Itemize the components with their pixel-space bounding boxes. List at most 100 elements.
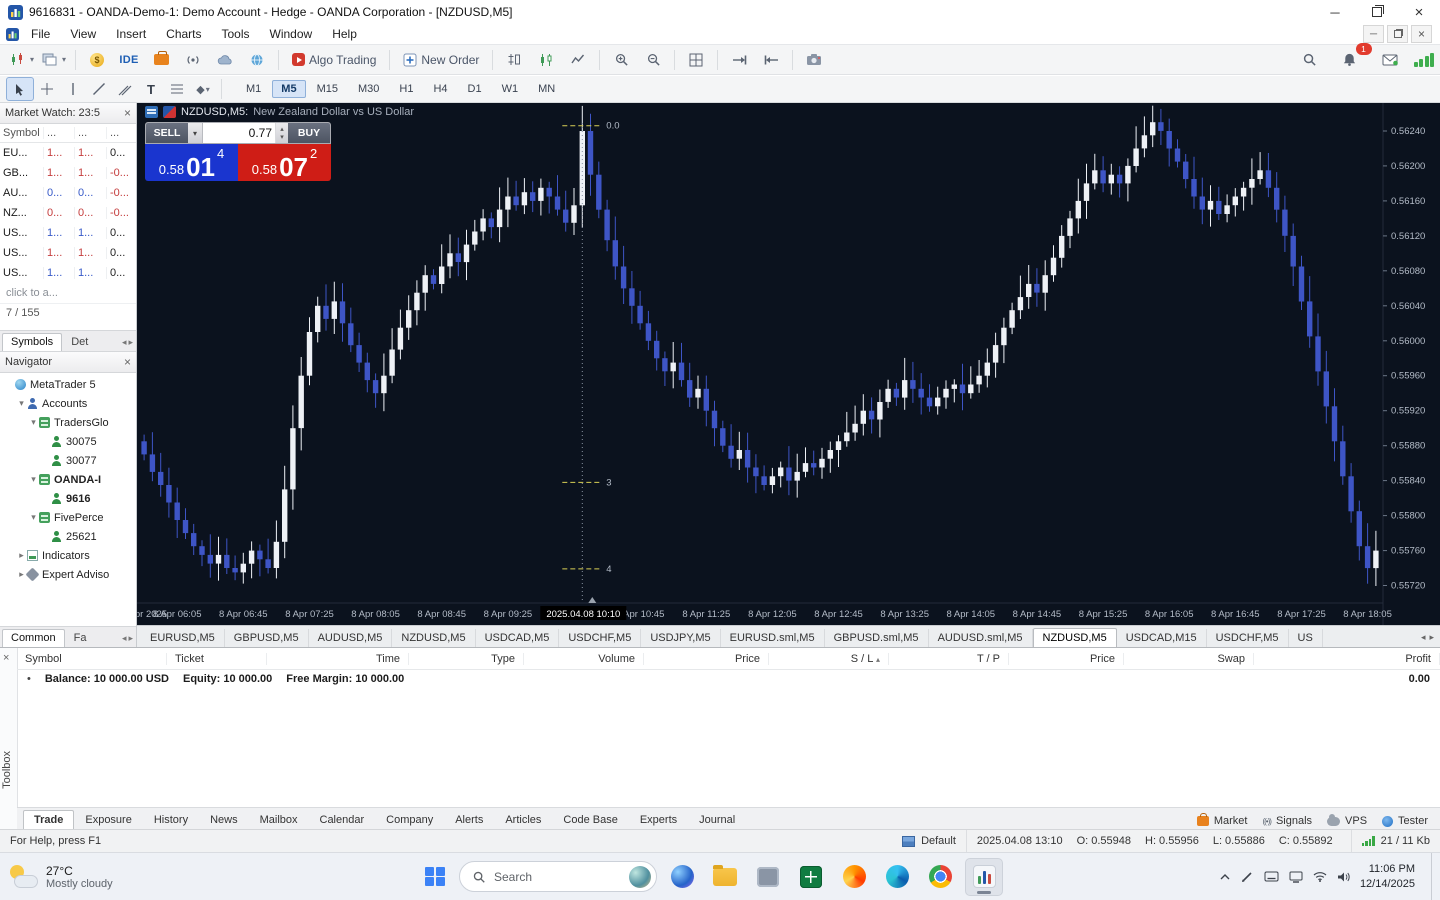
app-menu-icon[interactable] xyxy=(6,27,19,41)
chart-tab-nzdusd-m5-3[interactable]: NZDUSD,M5 xyxy=(392,629,476,647)
timeframe-M1[interactable]: M1 xyxy=(237,80,270,98)
toolbox-column-swap-9[interactable]: Swap xyxy=(1124,652,1254,665)
menu-help[interactable]: Help xyxy=(322,24,367,44)
nav-item-indicators[interactable]: ▸ Indicators xyxy=(0,546,136,565)
toolbox-tab-company[interactable]: Company xyxy=(375,810,444,829)
taskbar-metatrader[interactable] xyxy=(965,857,1003,896)
chart-tab-gbpusd-m5-1[interactable]: GBPUSD,M5 xyxy=(225,629,309,647)
expander-icon[interactable]: ▾ xyxy=(28,512,39,523)
timeframe-M30[interactable]: M30 xyxy=(349,80,388,98)
profiles-button[interactable]: ▾ xyxy=(38,48,70,72)
menu-insert[interactable]: Insert xyxy=(106,24,156,44)
timeframe-H1[interactable]: H1 xyxy=(390,80,422,98)
algo-trading-button[interactable]: Algo Trading xyxy=(284,48,384,72)
toolbox-tab-history[interactable]: History xyxy=(143,810,199,829)
chart-tab-usdchf-m5-12[interactable]: USDCHF,M5 xyxy=(1207,629,1289,647)
buy-price-button[interactable]: 0.58 07 2 xyxy=(238,144,331,181)
market-watch-row[interactable]: US... 1... 1... 0... xyxy=(0,223,136,243)
mailbox-button[interactable] xyxy=(1374,48,1406,72)
nav-item-metatrader-5[interactable]: MetaTrader 5 xyxy=(0,375,136,394)
taskbar-firefox[interactable] xyxy=(836,859,872,895)
market-watch-row[interactable]: US... 1... 1... 0... xyxy=(0,243,136,263)
volume-stepper[interactable]: ▴ ▾ xyxy=(275,123,288,143)
taskbar-edge[interactable] xyxy=(879,859,915,895)
screenshot-button[interactable] xyxy=(798,48,830,72)
expander-icon[interactable]: ▾ xyxy=(28,417,39,428)
volume-input[interactable]: 0.77 xyxy=(203,123,275,143)
market-watch-column[interactable]: ... xyxy=(44,127,75,139)
menu-tools[interactable]: Tools xyxy=(212,24,260,44)
chart-tab-eurusd-m5-0[interactable]: EURUSD,M5 xyxy=(141,629,225,647)
chart-shift-button[interactable] xyxy=(755,48,787,72)
show-desktop-button[interactable] xyxy=(1431,853,1436,900)
chart-tab-usdjpy-m5-6[interactable]: USDJPY,M5 xyxy=(641,629,721,647)
chart-tab-usdchf-m5-5[interactable]: USDCHF,M5 xyxy=(559,629,642,647)
nav-item-30075[interactable]: 30075 xyxy=(0,432,136,451)
market-button[interactable] xyxy=(145,48,177,72)
tab-scroll-right-icon[interactable]: ▸ xyxy=(128,337,133,348)
toolbox-tab-news[interactable]: News xyxy=(199,810,249,829)
market-watch-column[interactable]: Symbol xyxy=(0,127,44,139)
channel-tool[interactable] xyxy=(112,78,138,100)
shortcut-signals[interactable]: ((•)) Signals xyxy=(1262,815,1312,827)
close-icon[interactable]: × xyxy=(1398,0,1440,24)
toolbox-column-s-l-6[interactable]: S / L ▴ xyxy=(769,652,889,665)
new-order-button[interactable]: New Order xyxy=(395,48,487,72)
add-symbol-row[interactable]: click to a... xyxy=(0,283,136,303)
vps-button[interactable] xyxy=(209,48,241,72)
chevron-down-icon[interactable]: ▾ xyxy=(62,55,66,64)
market-watch-row[interactable]: US... 1... 1... 0... xyxy=(0,263,136,283)
nav-item-accounts[interactable]: ▾ Accounts xyxy=(0,394,136,413)
restore-icon[interactable] xyxy=(1356,0,1398,24)
chart-tab-eurusd-sml-m5-7[interactable]: EURUSD.sml,M5 xyxy=(721,629,825,647)
search-button[interactable] xyxy=(1294,48,1326,72)
shortcut-tester[interactable]: Tester xyxy=(1382,815,1428,827)
nav-item-30077[interactable]: 30077 xyxy=(0,451,136,470)
navigator-tab-fa[interactable]: Fa xyxy=(65,629,96,647)
chart-area[interactable]: 0.56240 0.56200 0.56160 0.56120 0.56080 0.560… xyxy=(137,103,1440,625)
line-view-button[interactable] xyxy=(562,48,594,72)
taskbar-clock[interactable]: 11:06 PM 12/14/2025 xyxy=(1360,862,1421,892)
market-watch-column[interactable]: ... xyxy=(107,127,136,139)
toolbox-tab-trade[interactable]: Trade xyxy=(23,810,75,829)
start-button[interactable] xyxy=(418,860,452,894)
timeframe-D1[interactable]: D1 xyxy=(459,80,491,98)
toolbox-column-t-p-7[interactable]: T / P xyxy=(889,652,1009,665)
monitor-icon[interactable] xyxy=(1289,871,1303,883)
metaeditor-button[interactable]: IDE xyxy=(113,48,145,72)
pen-icon[interactable] xyxy=(1241,870,1254,883)
chart-minimize-icon[interactable]: ─ xyxy=(1363,25,1384,43)
expander-icon[interactable]: ▸ xyxy=(16,550,27,561)
nav-item-9616[interactable]: 9616 xyxy=(0,489,136,508)
tab-scroll-left-icon[interactable]: ◂ xyxy=(122,633,127,644)
toolbox-tab-mailbox[interactable]: Mailbox xyxy=(249,810,309,829)
navigator-tab-common[interactable]: Common xyxy=(2,629,65,647)
market-watch-tab-det[interactable]: Det xyxy=(62,333,97,351)
chart-tab-audusd-m5-2[interactable]: AUDUSD,M5 xyxy=(309,629,393,647)
connection-status-icon[interactable] xyxy=(1413,52,1434,67)
crosshair-tool[interactable] xyxy=(34,78,60,100)
menu-charts[interactable]: Charts xyxy=(156,24,211,44)
toolbox-tab-alerts[interactable]: Alerts xyxy=(444,810,494,829)
nav-item-expert-adviso[interactable]: ▸ Expert Adviso xyxy=(0,565,136,584)
market-watch-row[interactable]: GB... 1... 1... -0... xyxy=(0,163,136,183)
toolbox-column-time-2[interactable]: Time xyxy=(267,652,409,665)
taskbar-search[interactable]: Search xyxy=(459,861,657,892)
vertical-line-tool[interactable] xyxy=(60,78,86,100)
taskbar-file-explorer[interactable] xyxy=(707,859,743,895)
toolbox-tab-experts[interactable]: Experts xyxy=(629,810,688,829)
close-icon[interactable]: × xyxy=(124,107,131,119)
market-watch-row[interactable]: AU... 0... 0... -0... xyxy=(0,183,136,203)
search-highlight-image[interactable] xyxy=(629,865,651,888)
chart-tab-nzdusd-m5-10[interactable]: NZDUSD,M5 xyxy=(1032,628,1117,647)
chart-tab-us-13[interactable]: US xyxy=(1289,629,1323,647)
text-tool[interactable]: T xyxy=(138,78,164,100)
minimize-icon[interactable]: ─ xyxy=(1314,0,1356,24)
menu-file[interactable]: File xyxy=(21,24,60,44)
nav-item-oanda-i[interactable]: ▾ OANDA-I xyxy=(0,470,136,489)
keyboard-icon[interactable] xyxy=(1264,871,1279,882)
data-window-button[interactable] xyxy=(498,48,530,72)
candle-view-button[interactable] xyxy=(530,48,562,72)
toolbox-tab-code-base[interactable]: Code Base xyxy=(552,810,628,829)
menu-view[interactable]: View xyxy=(60,24,106,44)
